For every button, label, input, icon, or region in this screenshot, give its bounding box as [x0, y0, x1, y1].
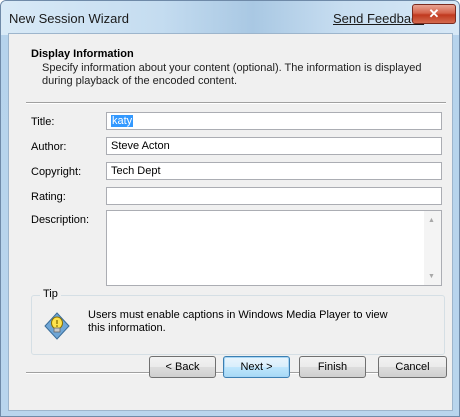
- close-icon: ✕: [428, 6, 440, 21]
- tip-group: Tip Users must enable captions in Window…: [31, 288, 445, 355]
- back-button[interactable]: < Back: [149, 356, 216, 378]
- title-label: Title:: [31, 116, 55, 128]
- title-bar[interactable]: New Session Wizard Send Feedback ✕: [1, 1, 459, 35]
- rating-input[interactable]: [106, 187, 442, 205]
- cancel-button[interactable]: Cancel: [378, 356, 447, 378]
- next-button[interactable]: Next >: [223, 356, 290, 378]
- window-title: New Session Wizard: [9, 11, 129, 26]
- tip-text: Users must enable captions in Windows Me…: [88, 309, 388, 334]
- author-label: Author:: [31, 141, 67, 153]
- rating-label: Rating:: [31, 191, 66, 203]
- lightbulb-icon: [44, 312, 70, 340]
- finish-button[interactable]: Finish: [299, 356, 366, 378]
- title-input[interactable]: katy: [106, 112, 442, 130]
- description-label: Description:: [31, 214, 90, 226]
- wizard-content: Display Information Specify information …: [8, 33, 453, 411]
- header-divider: [26, 102, 446, 104]
- description-textarea[interactable]: ▲ ▼: [106, 210, 442, 286]
- title-value: katy: [111, 115, 134, 127]
- description-scrollbar[interactable]: ▲ ▼: [424, 211, 441, 285]
- copyright-input[interactable]: Tech Dept: [106, 162, 442, 180]
- wizard-window: New Session Wizard Send Feedback ✕ Displ…: [0, 0, 460, 417]
- tip-legend: Tip: [40, 288, 61, 300]
- scroll-up-icon[interactable]: ▲: [428, 217, 435, 224]
- page-title: Display Information: [31, 48, 134, 60]
- copyright-label: Copyright:: [31, 166, 82, 178]
- page-description: Specify information about your content (…: [42, 62, 422, 87]
- scroll-down-icon[interactable]: ▼: [428, 273, 435, 280]
- send-feedback-link[interactable]: Send Feedback: [333, 11, 424, 26]
- wizard-header: Display Information Specify information …: [9, 34, 452, 102]
- close-button[interactable]: ✕: [412, 4, 456, 24]
- author-input[interactable]: Steve Acton: [106, 137, 442, 155]
